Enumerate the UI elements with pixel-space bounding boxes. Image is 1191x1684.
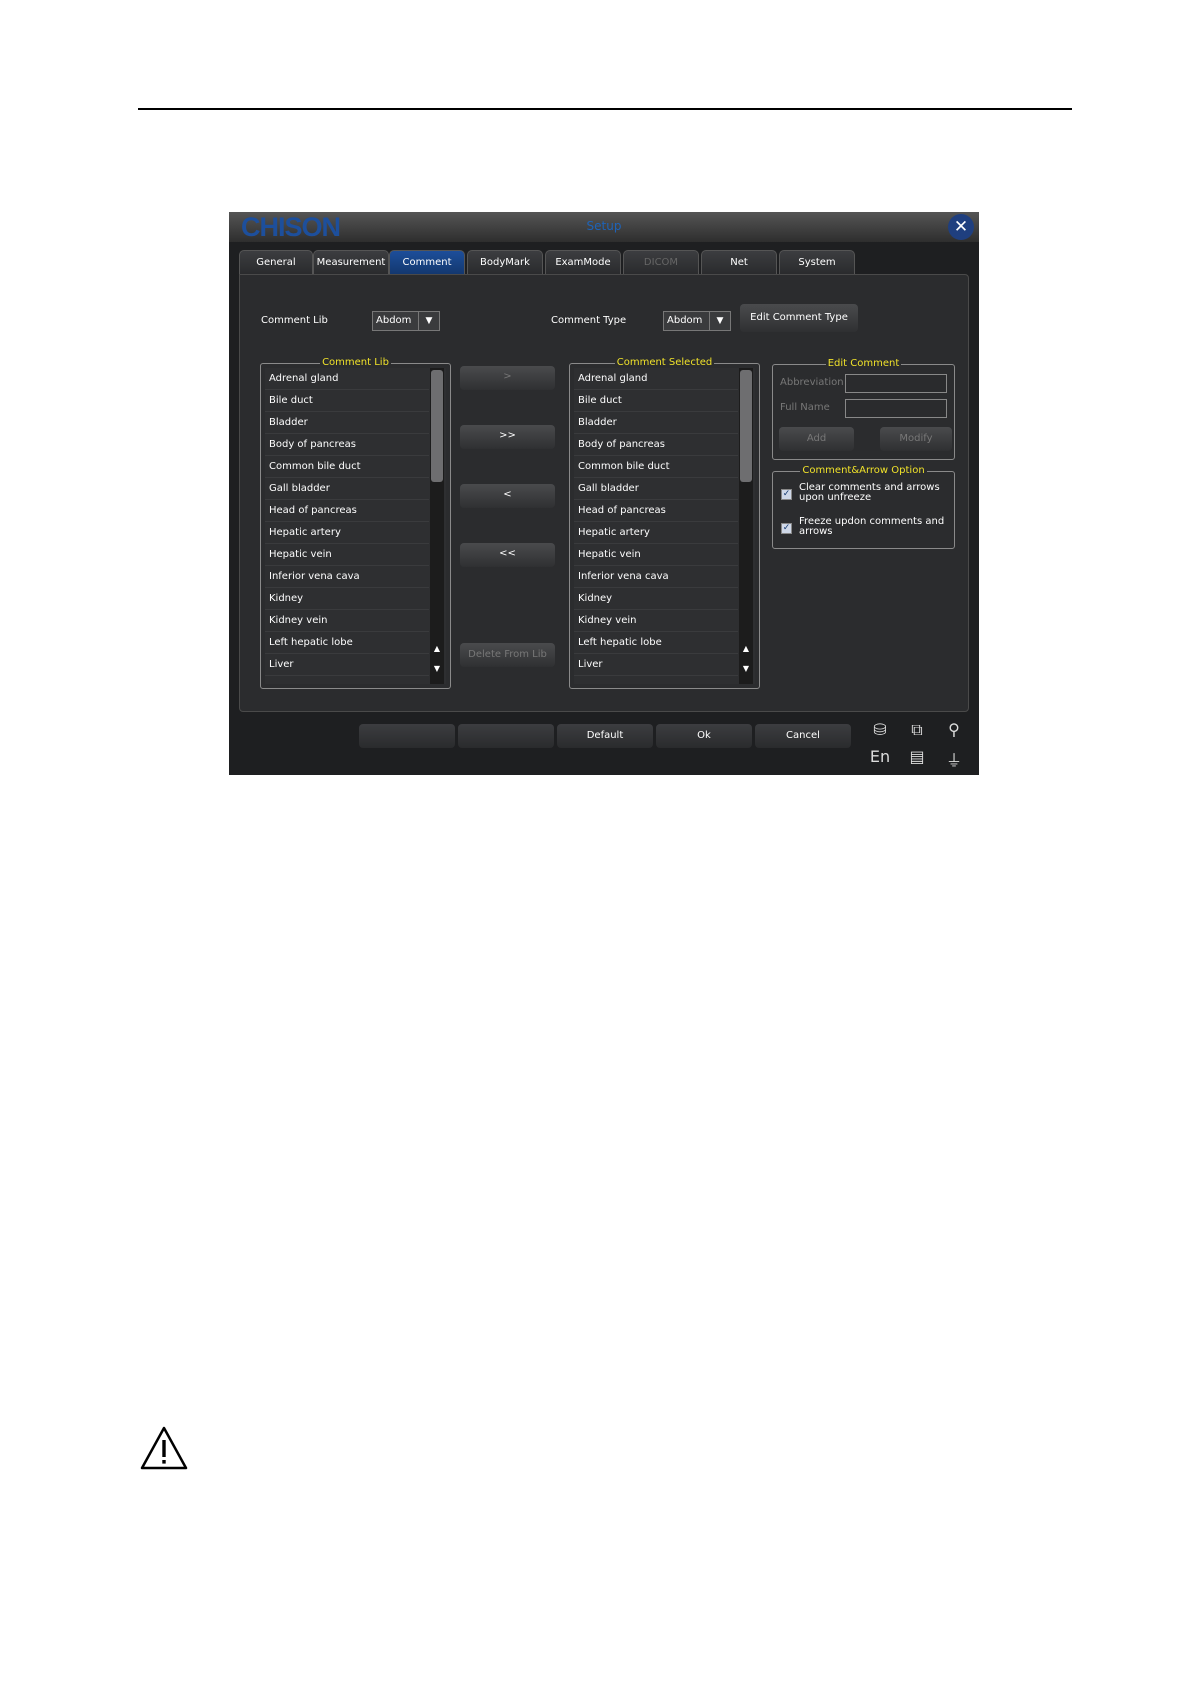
cancel-button[interactable]: Cancel bbox=[755, 724, 851, 748]
list-item[interactable]: Bile duct bbox=[265, 390, 429, 412]
comment-lib-select[interactable]: Abdom ▼ bbox=[372, 311, 440, 331]
list-item[interactable]: Body of pancreas bbox=[265, 434, 429, 456]
list-item[interactable]: Gall bladder bbox=[265, 478, 429, 500]
default-button[interactable]: Default bbox=[557, 724, 653, 748]
tab-comment[interactable]: Comment bbox=[389, 250, 465, 274]
freeze-comments-checkbox[interactable]: ✓ bbox=[781, 523, 792, 534]
blank-button-2[interactable] bbox=[458, 724, 554, 748]
clear-comments-label: Clear comments and arrows upon unfreeze bbox=[799, 482, 940, 503]
list-item[interactable]: Hepatic artery bbox=[574, 522, 738, 544]
tab-exammode[interactable]: ExamMode bbox=[545, 250, 621, 274]
freeze-comments-label: Freeze updon comments and arrows bbox=[799, 516, 945, 537]
add-all-button[interactable]: >> bbox=[460, 425, 555, 449]
close-icon[interactable]: ✕ bbox=[948, 214, 974, 240]
page-header-rule bbox=[138, 108, 1072, 110]
list-item[interactable]: Hepatic artery bbox=[265, 522, 429, 544]
list-item[interactable]: Kidney bbox=[265, 588, 429, 610]
edit-comment-group: Edit Comment Abbreviation Full Name Add … bbox=[772, 358, 955, 460]
add-one-button[interactable]: > bbox=[460, 366, 555, 390]
list-item[interactable]: Kidney vein bbox=[574, 610, 738, 632]
list-item[interactable]: Bile duct bbox=[574, 390, 738, 412]
add-button[interactable]: Add bbox=[779, 427, 854, 451]
comment-selected-group: Comment Selected Adrenal gland Bile duct B… bbox=[569, 357, 760, 689]
comment-panel: Comment Lib Abdom ▼ Comment Type Abdom ▼… bbox=[239, 274, 969, 712]
comment-type-select[interactable]: Abdom ▼ bbox=[663, 311, 731, 331]
list-item[interactable]: Liver bbox=[265, 654, 429, 676]
setup-window: CHISON Setup ✕ General Measurement Comme… bbox=[229, 212, 979, 775]
full-name-field[interactable] bbox=[845, 399, 947, 418]
scroll-up-icon[interactable]: ▲ bbox=[430, 642, 444, 656]
list-item[interactable]: Hepatic vein bbox=[574, 544, 738, 566]
scrollbar-thumb[interactable] bbox=[431, 370, 443, 482]
abbreviation-label: Abbreviation bbox=[780, 377, 844, 388]
comment-selected-listbox[interactable]: Adrenal gland Bile duct Bladder Body of pan… bbox=[574, 368, 755, 684]
list-item[interactable]: Head of pancreas bbox=[574, 500, 738, 522]
list-item[interactable]: Adrenal gland bbox=[574, 368, 738, 390]
scrollbar-thumb[interactable] bbox=[740, 370, 752, 482]
comment-selected-list[interactable]: Adrenal gland Bile duct Bladder Body of pan… bbox=[574, 368, 738, 676]
comment-type-label: Comment Type bbox=[551, 315, 627, 326]
usb-icon: ⚲ bbox=[948, 720, 960, 739]
comment-selected-scrollbar[interactable]: ▲ ▼ bbox=[739, 368, 753, 684]
title-bar: CHISON Setup ✕ bbox=[229, 212, 979, 242]
tab-measurement[interactable]: Measurement bbox=[313, 250, 389, 274]
modify-button[interactable]: Modify bbox=[880, 427, 952, 451]
ok-button[interactable]: Ok bbox=[656, 724, 752, 748]
remove-all-button[interactable]: << bbox=[460, 543, 555, 567]
list-item[interactable]: Bladder bbox=[265, 412, 429, 434]
language-indicator[interactable]: En bbox=[866, 747, 894, 766]
comment-type-value: Abdom bbox=[667, 315, 703, 326]
list-item[interactable]: Common bile duct bbox=[265, 456, 429, 478]
list-item[interactable]: Left hepatic lobe bbox=[574, 632, 738, 654]
chevron-down-icon[interactable]: ▼ bbox=[709, 312, 730, 330]
comment-lib-value: Abdom bbox=[376, 315, 412, 326]
list-item[interactable]: Kidney bbox=[574, 588, 738, 610]
chevron-down-icon[interactable]: ▼ bbox=[418, 312, 439, 330]
list-item[interactable]: Inferior vena cava bbox=[265, 566, 429, 588]
comment-lib-group: Comment Lib Adrenal gland Bile duct Bladde… bbox=[260, 357, 451, 689]
list-item[interactable]: Gall bladder bbox=[574, 478, 738, 500]
list-item[interactable]: Hepatic vein bbox=[265, 544, 429, 566]
full-name-label: Full Name bbox=[780, 402, 830, 413]
tab-system[interactable]: System bbox=[779, 250, 855, 274]
edit-comment-legend: Edit Comment bbox=[825, 358, 902, 369]
tab-net[interactable]: Net bbox=[701, 250, 777, 274]
blank-button-1[interactable] bbox=[359, 724, 455, 748]
list-item[interactable]: Inferior vena cava bbox=[574, 566, 738, 588]
comment-lib-legend: Comment Lib bbox=[320, 357, 391, 368]
network-icon: ⧉ bbox=[911, 720, 923, 739]
list-item[interactable]: Adrenal gland bbox=[265, 368, 429, 390]
tab-dicom: DICOM bbox=[623, 250, 699, 274]
options-legend: Comment&Arrow Option bbox=[800, 465, 927, 476]
remove-one-button[interactable]: < bbox=[460, 484, 555, 508]
list-item[interactable]: Common bile duct bbox=[574, 456, 738, 478]
list-item[interactable]: Kidney vein bbox=[265, 610, 429, 632]
list-item[interactable]: Bladder bbox=[574, 412, 738, 434]
list-item[interactable]: Head of pancreas bbox=[265, 500, 429, 522]
list-item[interactable]: Liver bbox=[574, 654, 738, 676]
comment-lib-list[interactable]: Adrenal gland Bile duct Bladder Body of pan… bbox=[265, 368, 429, 676]
scroll-down-icon[interactable]: ▼ bbox=[430, 662, 444, 676]
tab-bodymark[interactable]: BodyMark bbox=[467, 250, 543, 274]
warning-icon bbox=[140, 1426, 188, 1470]
scroll-down-icon[interactable]: ▼ bbox=[739, 662, 753, 676]
scroll-up-icon[interactable]: ▲ bbox=[739, 642, 753, 656]
clear-comments-checkbox[interactable]: ✓ bbox=[781, 489, 792, 500]
comment-lib-listbox[interactable]: Adrenal gland Bile duct Bladder Body of pan… bbox=[265, 368, 446, 684]
comment-lib-scrollbar[interactable]: ▲ ▼ bbox=[430, 368, 444, 684]
list-item[interactable]: Left hepatic lobe bbox=[265, 632, 429, 654]
database-icon: ⛁ bbox=[873, 720, 887, 739]
comment-arrow-options-group: Comment&Arrow Option ✓ Clear comments an… bbox=[772, 465, 955, 549]
plug-icon: ⏚ bbox=[945, 751, 962, 770]
disk-icon: ▤ bbox=[909, 747, 925, 766]
list-item[interactable]: Body of pancreas bbox=[574, 434, 738, 456]
comment-selected-legend: Comment Selected bbox=[614, 357, 715, 368]
delete-from-lib-button[interactable]: Delete From Lib bbox=[460, 643, 555, 667]
comment-lib-label: Comment Lib bbox=[261, 315, 328, 326]
window-title: Setup bbox=[586, 219, 622, 233]
tab-general[interactable]: General bbox=[239, 250, 313, 274]
edit-comment-type-button[interactable]: Edit Comment Type bbox=[740, 304, 858, 332]
abbreviation-field[interactable] bbox=[845, 374, 947, 393]
